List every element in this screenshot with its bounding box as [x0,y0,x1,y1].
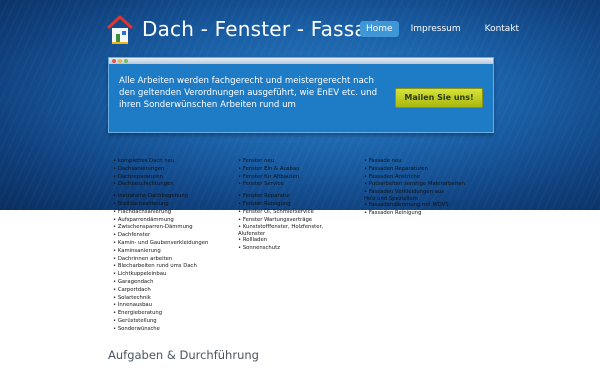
service-item[interactable]: Dachsanierungen [113,166,208,174]
service-item[interactable]: Rollladen [238,237,326,245]
service-item[interactable]: Lichtkuppeleinbau [113,271,208,279]
service-item[interactable]: Solartechnik [113,295,208,303]
nav-home[interactable]: Home [360,21,399,37]
site-title: Dach - Fenster - Fassade [142,17,393,41]
service-item[interactable]: Fenster Reinigung [238,201,326,209]
main-nav: Home Impressum Kontakt [360,21,525,37]
service-item[interactable]: Fenster Wartungsverträge [238,217,326,225]
service-item[interactable]: Fassadendämmung mit WDVS [364,202,465,210]
nav-impressum[interactable]: Impressum [405,21,467,37]
mail-us-button[interactable]: Mailen Sie uns! [395,88,483,108]
service-item[interactable]: Steildachsanierung [113,201,208,209]
banner-text: Alle Arbeiten werden fachgerecht und mei… [119,76,378,110]
service-item[interactable]: Fassaden Verkleidungen aus Holz und Spez… [364,189,452,202]
service-item[interactable]: Fenster Ein & Ausbau [238,166,326,174]
service-item[interactable]: Dachfenster [113,232,208,240]
service-item[interactable]: Kunststofffenster, Holzfenster, Alufenst… [238,224,326,237]
service-item[interactable]: Fassaden Reparaturen [364,166,465,174]
window-dot-icon [118,59,122,63]
window-dot-icon [112,59,116,63]
service-item[interactable]: Gerüststellung [113,318,208,326]
service-item[interactable]: Blecharbeiten rund ums Dach [113,263,208,271]
window-dot-icon [124,59,128,63]
service-item[interactable]: Fassade neu [364,158,465,166]
intro-banner: Alle Arbeiten werden fachgerecht und mei… [108,57,494,133]
service-item[interactable]: Fenster für Altbauten [238,174,326,182]
services-fassade-list: Fassade neuFassaden ReparaturenFassaden … [364,158,465,218]
service-item[interactable]: Innenausbau [113,302,208,310]
service-item[interactable]: Fenster Service [238,181,326,189]
service-item[interactable]: Dachbeschichtungen [113,181,208,189]
service-item[interactable]: Zwischensparren-Dämmung [113,224,208,232]
service-item[interactable]: Kamin- und Gaubenverkleidungen [113,240,209,248]
service-item[interactable]: komplettes Dach neu [113,158,208,166]
service-item[interactable]: Energieberatung [113,310,208,318]
service-item[interactable]: Flachdachsanierung [113,209,208,217]
service-item[interactable]: Instrafalne Dachbegehung [113,193,208,201]
service-item[interactable]: Fenster Reparatur [238,193,326,201]
service-item[interactable]: Aufsparrendämmung [113,217,208,225]
service-item[interactable]: Fassaden Reinigung [364,210,465,218]
service-item[interactable]: Fenster neu [238,158,326,166]
service-item[interactable]: Dachrinnen arbeiten [113,256,208,264]
section-heading: Aufgaben & Durchführung [108,348,259,362]
service-item[interactable]: Sonderwünsche [113,326,208,334]
service-item[interactable]: Fassaden Anstriche [364,174,465,182]
house-logo-icon[interactable] [105,14,135,46]
service-item[interactable]: Kaminsanierung [113,248,208,256]
services-dach-list: komplettes Dach neuDachsanierungenDachre… [113,158,209,334]
services-fenster-list: Fenster neuFenster Ein & AusbauFenster f… [238,158,326,253]
service-item[interactable]: Carportdach [113,287,208,295]
nav-kontakt[interactable]: Kontakt [479,21,525,37]
service-item[interactable]: Garagendach [113,279,208,287]
service-item[interactable]: Sonnenschutz [238,245,326,253]
service-item[interactable]: Putzarbeiten sonstige Malerarbeiten [364,181,465,189]
banner-window-bar [109,58,493,64]
service-item[interactable]: Fenster Öl, Schmierservice [238,209,326,217]
service-item[interactable]: Dachreparaturen [113,174,208,182]
